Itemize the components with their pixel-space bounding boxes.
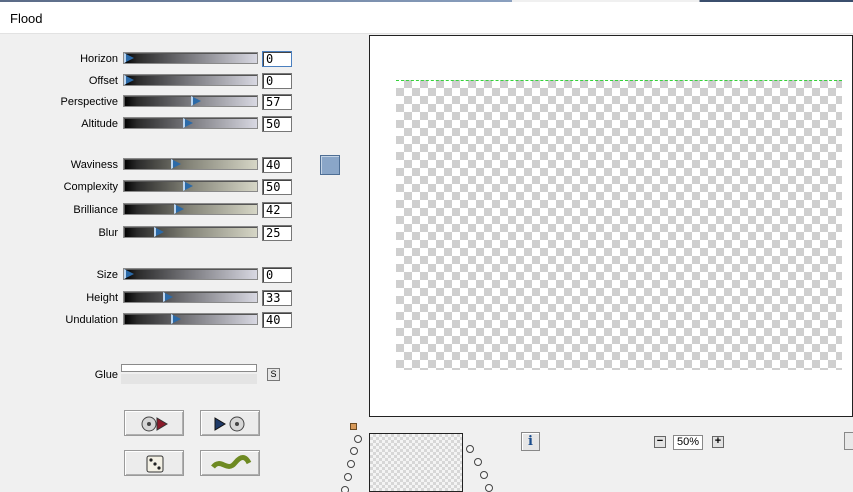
zoom-level[interactable]: 50%: [673, 435, 703, 450]
altitude-value-field[interactable]: 50: [262, 116, 292, 132]
randomize-button[interactable]: [124, 450, 184, 476]
horizon-slider[interactable]: [123, 52, 258, 64]
dice-icon: [146, 455, 164, 473]
undulation-value-field[interactable]: 40: [262, 312, 292, 328]
brilliance-value-field[interactable]: 42: [262, 202, 292, 218]
glue-label: Glue: [94, 369, 118, 381]
navigator-dot[interactable]: [485, 484, 493, 492]
altitude-slider-thumb[interactable]: [183, 118, 193, 128]
brilliance-slider[interactable]: [123, 203, 258, 215]
waviness-slider[interactable]: [123, 158, 258, 170]
height-label: Height: [86, 292, 118, 304]
offset-value-field[interactable]: 0: [262, 73, 292, 89]
glue-track-shadow: [121, 374, 257, 384]
navigator-dot[interactable]: [466, 445, 474, 453]
undulation-slider-thumb[interactable]: [171, 314, 181, 324]
height-value-field[interactable]: 33: [262, 290, 292, 306]
navigator-dot[interactable]: [350, 447, 358, 455]
offset-slider[interactable]: [123, 74, 258, 86]
navigator-dot[interactable]: [341, 486, 349, 492]
zoom-in-button[interactable]: +: [712, 436, 724, 448]
blur-label: Blur: [98, 227, 118, 239]
flood-dialog: Flood Horizon 0 Offset 0 Perspective 57 Altitu…: [0, 0, 853, 492]
height-slider[interactable]: [123, 291, 258, 303]
navigator-dot[interactable]: [344, 473, 352, 481]
scroll-handle[interactable]: [844, 432, 853, 450]
complexity-value-field[interactable]: 50: [262, 179, 292, 195]
perspective-value-field[interactable]: 57: [262, 94, 292, 110]
navigator-thumbnail[interactable]: [369, 433, 463, 492]
perspective-label: Perspective: [60, 96, 118, 108]
play-disc-icon: [214, 416, 245, 432]
title-bar[interactable]: Flood: [0, 2, 853, 34]
horizon-label: Horizon: [80, 53, 118, 65]
complexity-slider-thumb[interactable]: [183, 181, 193, 191]
offset-label: Offset: [88, 75, 118, 87]
size-slider-thumb[interactable]: [124, 269, 134, 279]
size-value-field[interactable]: 0: [262, 267, 292, 283]
info-button[interactable]: i: [521, 432, 540, 451]
disc-arrow-icon: [141, 416, 168, 432]
color-swatch[interactable]: [320, 155, 340, 175]
size-label: Size: [96, 269, 118, 281]
glue-slider[interactable]: [121, 364, 257, 372]
wave-icon: [211, 455, 252, 469]
height-slider-thumb[interactable]: [163, 292, 173, 302]
preview-area[interactable]: [369, 35, 853, 417]
undulation-label: Undulation: [65, 314, 118, 326]
brilliance-slider-thumb[interactable]: [174, 204, 184, 214]
navigator-dot[interactable]: [474, 458, 482, 466]
selection-marquee: [396, 80, 842, 81]
navigator-dot[interactable]: [354, 435, 362, 443]
offset-slider-thumb[interactable]: [124, 75, 134, 85]
size-slider[interactable]: [123, 268, 258, 280]
waviness-value-field[interactable]: 40: [262, 157, 292, 173]
complexity-label: Complexity: [63, 181, 118, 193]
navigator-anchor-handle[interactable]: [350, 423, 357, 430]
brilliance-label: Brilliance: [73, 204, 118, 216]
wave-button[interactable]: [200, 450, 260, 476]
altitude-slider[interactable]: [123, 117, 258, 129]
glue-s-button[interactable]: S: [267, 368, 280, 381]
perspective-slider[interactable]: [123, 95, 258, 107]
perspective-slider-thumb[interactable]: [191, 96, 201, 106]
waviness-label: Waviness: [70, 159, 118, 171]
transparent-canvas: [396, 80, 842, 370]
horizon-value-field[interactable]: 0: [262, 51, 292, 67]
navigator-dot[interactable]: [347, 460, 355, 468]
navigator-dot[interactable]: [480, 471, 488, 479]
window-title: Flood: [10, 11, 43, 26]
zoom-out-button[interactable]: −: [654, 436, 666, 448]
complexity-slider[interactable]: [123, 180, 258, 192]
horizon-slider-thumb[interactable]: [124, 53, 134, 63]
save-preset-button[interactable]: [200, 410, 260, 436]
load-preset-button[interactable]: [124, 410, 184, 436]
blur-slider[interactable]: [123, 226, 258, 238]
undulation-slider[interactable]: [123, 313, 258, 325]
blur-slider-thumb[interactable]: [154, 227, 164, 237]
altitude-label: Altitude: [81, 118, 118, 130]
blur-value-field[interactable]: 25: [262, 225, 292, 241]
waviness-slider-thumb[interactable]: [171, 159, 181, 169]
